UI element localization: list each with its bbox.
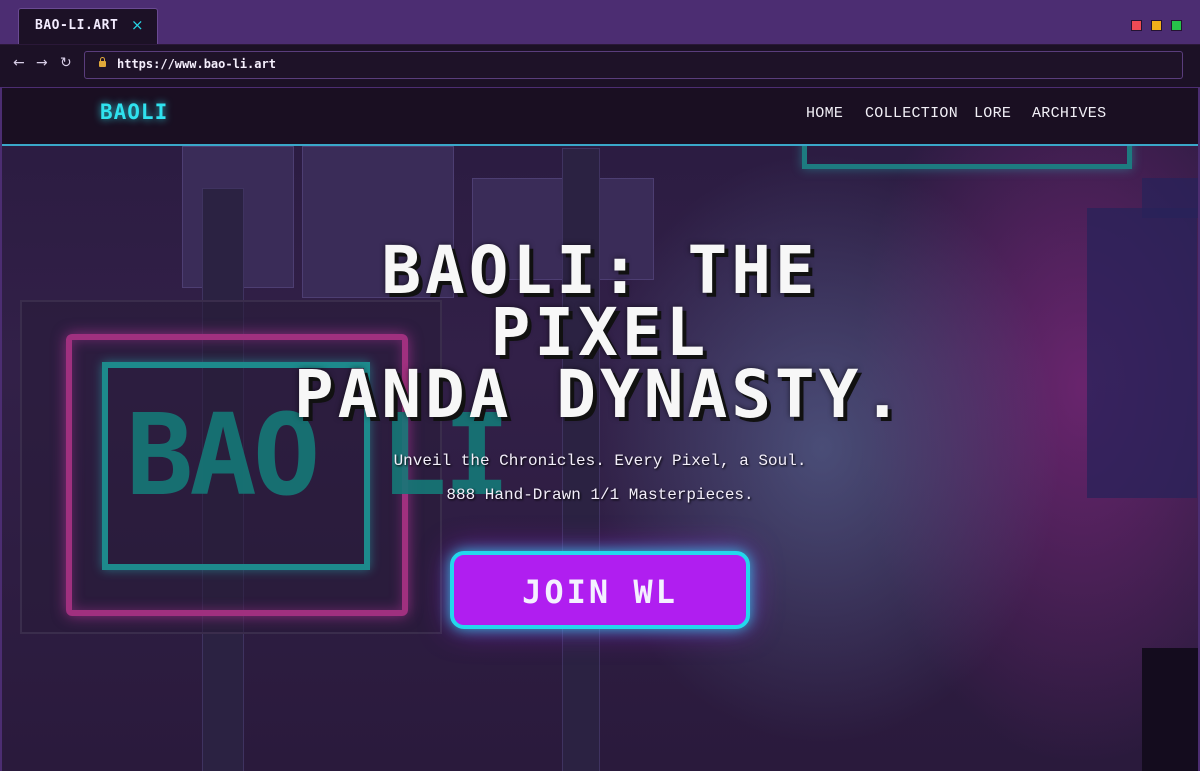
nav-archives[interactable]: ARCHIVES bbox=[1032, 105, 1106, 122]
hero-title-line: PIXEL bbox=[490, 294, 710, 371]
close-icon[interactable]: × bbox=[131, 16, 144, 34]
window-minimize-button[interactable] bbox=[1151, 20, 1162, 31]
tab-strip: BAO-LI.ART × bbox=[0, 0, 1200, 44]
hero-collection-info: 888 Hand-Drawn 1/1 Masterpieces. bbox=[446, 486, 754, 504]
address-bar[interactable]: https://www.bao-li.art bbox=[84, 51, 1183, 79]
nav-home[interactable]: HOME bbox=[806, 105, 843, 122]
join-whitelist-button[interactable]: JOIN WL bbox=[450, 551, 750, 629]
browser-window: BAO-LI.ART × ← → ↻ https://www.bao-li.ar… bbox=[0, 0, 1200, 771]
lock-icon bbox=[99, 57, 106, 67]
hero-tagline: Unveil the Chronicles. Every Pixel, a So… bbox=[393, 452, 807, 470]
cta-label: JOIN WL bbox=[522, 573, 678, 611]
hero-title-line: BAOLI: THE bbox=[381, 232, 819, 309]
background-tower bbox=[1142, 178, 1198, 218]
window-maximize-button[interactable] bbox=[1171, 20, 1182, 31]
site-logo[interactable]: BAOLI bbox=[100, 100, 168, 124]
reload-icon[interactable]: ↻ bbox=[60, 55, 72, 71]
hero-title: BAOLI: THE PIXEL PANDA DYNASTY. bbox=[2, 232, 1198, 433]
nav-lore[interactable]: LORE bbox=[974, 105, 1011, 122]
web-page: BAO LI BAOLI HOME COLLECTION LORE ARCHIV… bbox=[2, 88, 1198, 771]
browser-toolbar: ← → ↻ https://www.bao-li.art bbox=[0, 44, 1200, 87]
window-close-button[interactable] bbox=[1131, 20, 1142, 31]
back-arrow-icon[interactable]: ← bbox=[13, 55, 25, 71]
tab-title: BAO-LI.ART bbox=[35, 18, 119, 33]
silhouette-figure bbox=[1142, 648, 1198, 771]
hero-title-line: PANDA DYNASTY. bbox=[293, 356, 907, 433]
nav-collection[interactable]: COLLECTION bbox=[865, 105, 958, 122]
url-text[interactable]: https://www.bao-li.art bbox=[117, 57, 276, 71]
forward-arrow-icon[interactable]: → bbox=[36, 55, 48, 71]
site-header: BAOLI HOME COLLECTION LORE ARCHIVES bbox=[2, 88, 1198, 146]
browser-tab[interactable]: BAO-LI.ART × bbox=[18, 8, 158, 44]
